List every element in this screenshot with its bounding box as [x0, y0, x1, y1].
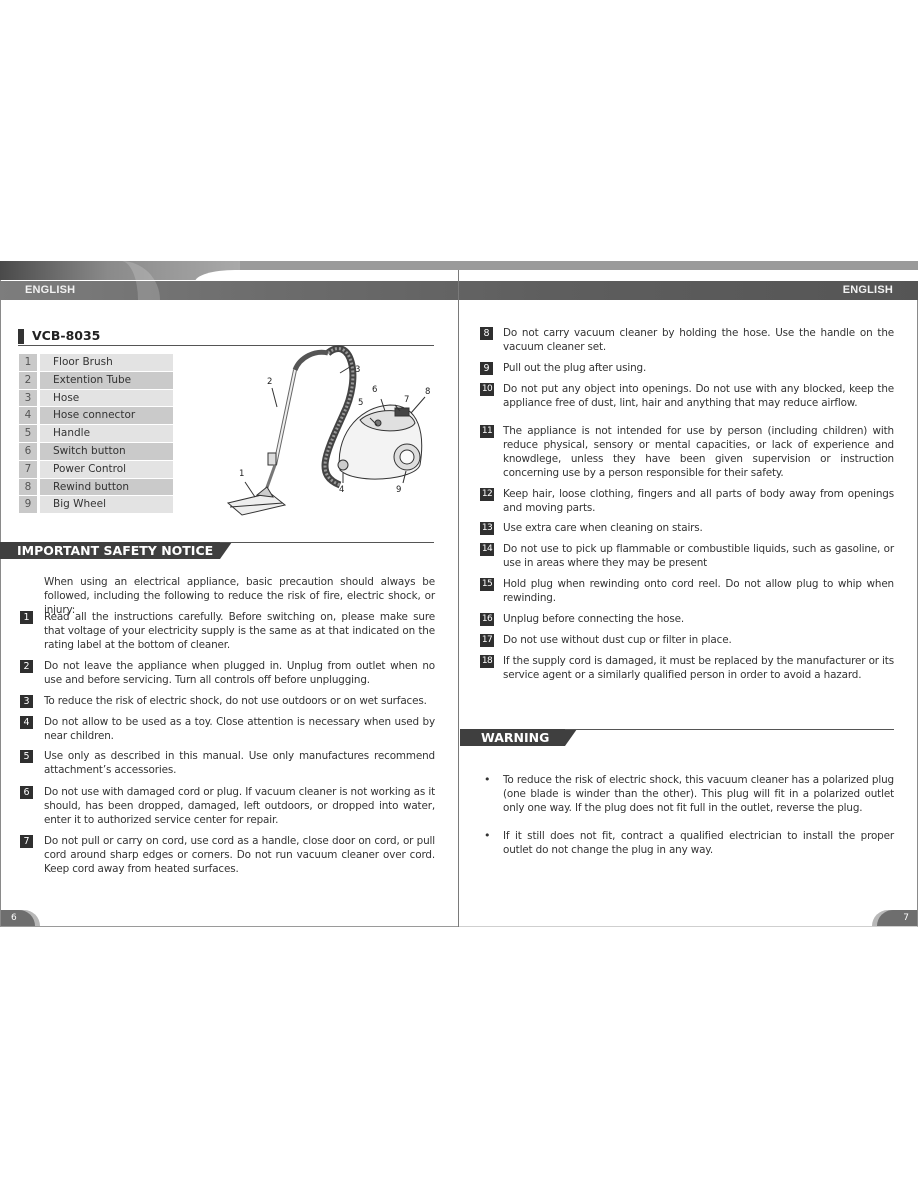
- item-number-badge: 8: [480, 327, 493, 340]
- page-number-right: 7: [877, 910, 917, 926]
- safety-notice-heading-text: IMPORTANT SAFETY NOTICE: [0, 542, 232, 559]
- language-label-right: ENGLISH: [842, 284, 893, 296]
- item-number-badge: 3: [20, 695, 33, 708]
- callout-3: 3: [355, 365, 361, 375]
- part-number: 5: [19, 425, 37, 443]
- part-number: 2: [19, 371, 37, 390]
- item-number-badge: 1: [20, 611, 33, 624]
- language-label-left: ENGLISH: [25, 284, 76, 296]
- safety-item-text: Do not pull or carry on cord, use cord a…: [44, 835, 435, 875]
- safety-item-text: Hold plug when rewinding onto cord reel.…: [503, 578, 894, 604]
- part-number: 6: [19, 442, 37, 461]
- item-number-badge: 15: [480, 578, 494, 591]
- part-number: 1: [19, 354, 37, 372]
- item-number-badge: 12: [480, 488, 494, 501]
- part-name: Power Control: [40, 460, 173, 479]
- callout-9: 9: [396, 485, 402, 495]
- parts-row: 3 Hose: [19, 389, 173, 408]
- part-name: Extention Tube: [40, 371, 173, 390]
- parts-row: 8 Rewind button: [19, 478, 173, 497]
- safety-item-text: Unplug before connecting the hose.: [503, 613, 684, 625]
- part-number: 7: [19, 460, 37, 479]
- safety-item-text: Do not leave the appliance when plugged …: [44, 660, 435, 686]
- safety-item-text: Do not carry vacuum cleaner by holding t…: [503, 327, 894, 353]
- callout-6: 6: [372, 385, 378, 395]
- safety-item-text: Keep hair, loose clothing, fingers and a…: [503, 488, 894, 514]
- safety-notice-heading: IMPORTANT SAFETY NOTICE: [0, 542, 434, 559]
- section-rule: [220, 542, 434, 543]
- item-number-badge: 14: [480, 543, 494, 556]
- model-title-text: VCB-8035: [32, 328, 101, 343]
- bullet-icon: •: [484, 829, 491, 842]
- callout-4: 4: [339, 485, 345, 495]
- item-number-badge: 13: [480, 522, 494, 535]
- section-rule: [565, 729, 894, 730]
- callout-5: 5: [358, 398, 364, 408]
- safety-item-text: If the supply cord is damaged, it must b…: [503, 655, 894, 681]
- safety-item-text: Do not allow to be used as a toy. Close …: [44, 716, 435, 742]
- item-number-badge: 5: [20, 750, 33, 763]
- parts-table: 1 Floor Brush 2 Extention Tube 3 Hose 4 Hose…: [19, 354, 173, 515]
- item-number-badge: 16: [480, 613, 494, 626]
- item-number-badge: 7: [20, 835, 33, 848]
- safety-item-text: To reduce the risk of electric shock, do…: [44, 695, 427, 707]
- part-number: 3: [19, 389, 37, 408]
- item-number-badge: 17: [480, 634, 494, 647]
- parts-row: 1 Floor Brush: [19, 354, 173, 372]
- item-number-badge: 4: [20, 716, 33, 729]
- bullet-icon: •: [484, 773, 491, 786]
- part-number: 4: [19, 407, 37, 426]
- warning-heading: WARNING: [460, 729, 894, 746]
- safety-item-text: Use extra care when cleaning on stairs.: [503, 522, 703, 534]
- safety-item-text: Do not use without dust cup or filter in…: [503, 634, 732, 646]
- parts-row: 6 Switch button: [19, 442, 173, 461]
- warning-bullet-text: If it still does not fit, contract a qua…: [503, 830, 894, 856]
- vacuum-cleaner-illustration: [226, 345, 426, 516]
- parts-row: 9 Big Wheel: [19, 496, 173, 515]
- safety-item-text: Do not use to pick up flammable or combu…: [503, 543, 894, 569]
- safety-item-text: The appliance is not intended for use by…: [503, 425, 894, 479]
- safety-item-text: Do not use with damaged cord or plug. If…: [44, 786, 435, 826]
- part-name: Big Wheel: [40, 496, 173, 515]
- warning-bullet-text: To reduce the risk of electric shock, th…: [503, 774, 894, 814]
- parts-row: 5 Handle: [19, 425, 173, 443]
- item-number-badge: 9: [480, 362, 493, 375]
- safety-item-text: Do not put any object into openings. Do …: [503, 383, 894, 409]
- item-number-badge: 6: [20, 786, 33, 799]
- part-name: Handle: [40, 425, 173, 443]
- callout-1: 1: [239, 469, 245, 479]
- vacuum-cleaner-diagram: 1 2 3 4 5 6 7 8 9: [215, 335, 445, 520]
- parts-row: 2 Extention Tube: [19, 371, 173, 390]
- item-number-badge: 10: [480, 383, 494, 396]
- item-number-badge: 11: [480, 425, 494, 438]
- page-spine: [458, 270, 459, 927]
- parts-row: 7 Power Control: [19, 460, 173, 479]
- warning-heading-text: WARNING: [460, 729, 577, 746]
- safety-item-text: Pull out the plug after using.: [503, 362, 647, 374]
- callout-7: 7: [404, 395, 410, 405]
- safety-item-text: Use only as described in this manual. Us…: [44, 750, 435, 776]
- parts-row: 4 Hose connector: [19, 407, 173, 426]
- part-number: 9: [19, 496, 37, 515]
- callout-8: 8: [425, 387, 431, 397]
- part-name: Hose connector: [40, 407, 173, 426]
- callout-2: 2: [267, 377, 273, 387]
- part-name: Switch button: [40, 442, 173, 461]
- part-name: Hose: [40, 389, 173, 408]
- part-number: 8: [19, 478, 37, 497]
- item-number-badge: 18: [480, 655, 494, 668]
- part-name: Floor Brush: [40, 354, 173, 372]
- safety-item-text: Read all the instructions carefully. Bef…: [44, 611, 435, 651]
- title-marker: [18, 329, 24, 344]
- item-number-badge: 2: [20, 660, 33, 673]
- part-name: Rewind button: [40, 478, 173, 497]
